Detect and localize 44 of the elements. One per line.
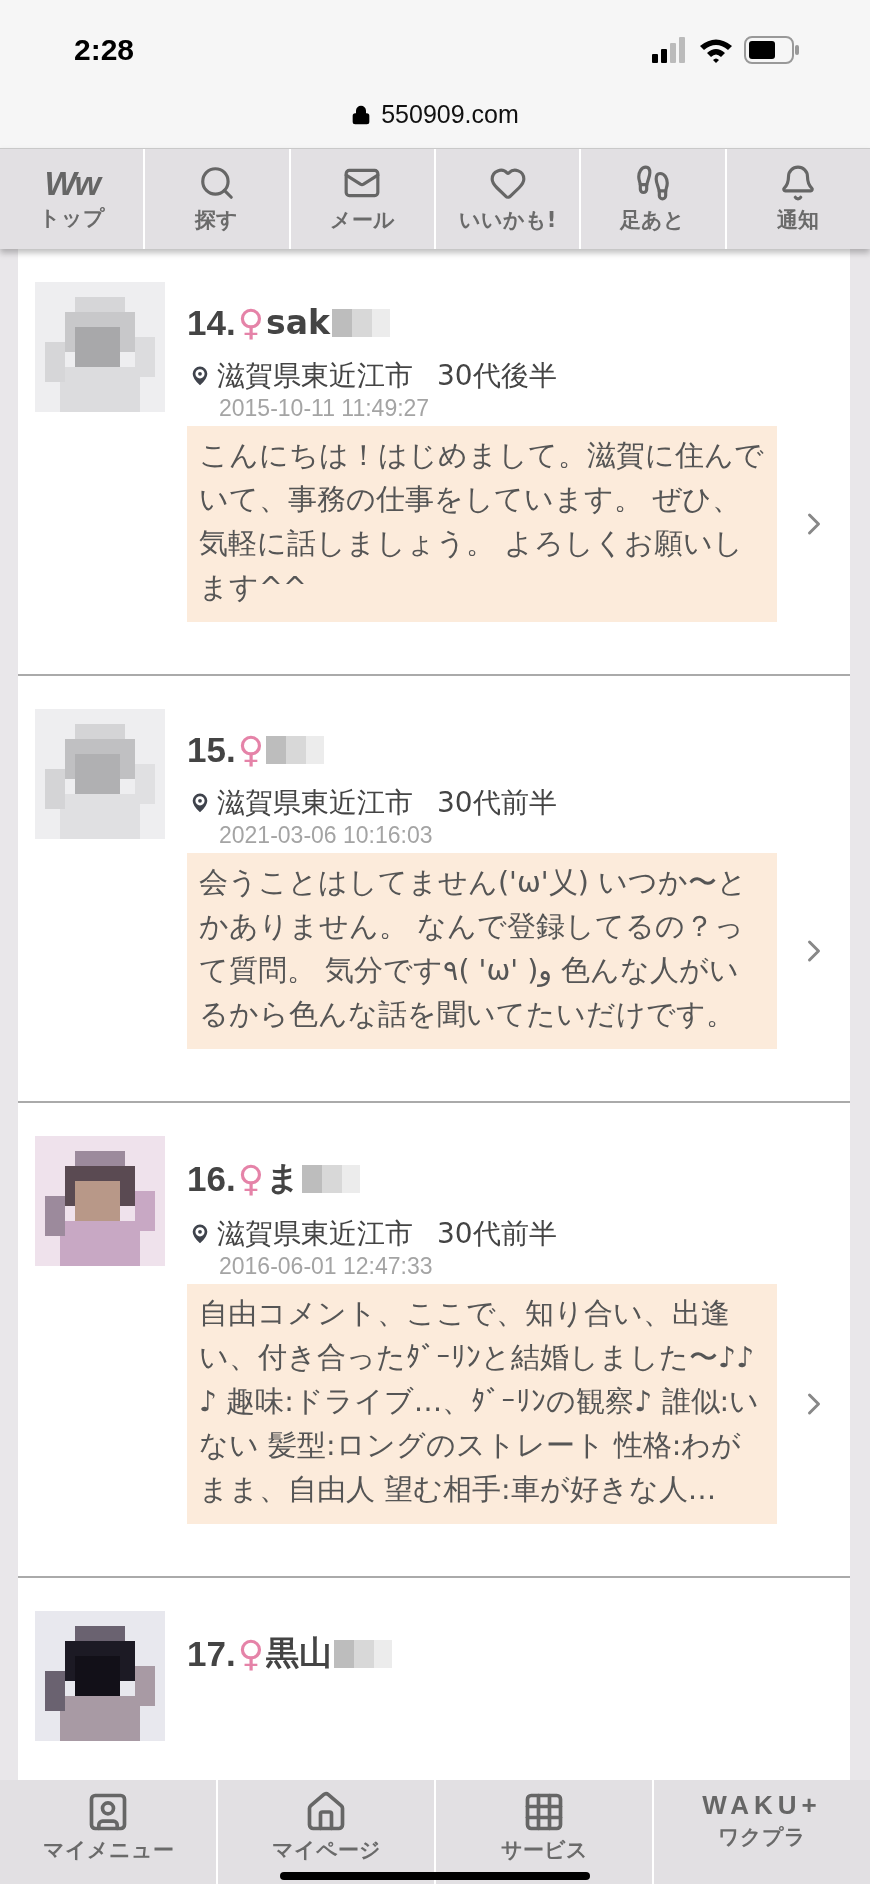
date-text: 2015-10-11 11:49:27 (219, 395, 431, 422)
lock-icon (351, 104, 372, 125)
bottom-nav-tab[interactable]: サービス (436, 1780, 652, 1884)
profile-number: 14. (187, 302, 236, 343)
gender-symbol: ♀ (237, 302, 265, 343)
bottom-nav-tab[interactable]: マイメニュー (0, 1780, 216, 1884)
nav-tab[interactable]: 探す (145, 149, 289, 249)
profile-card[interactable]: 14.♀sak 滋賀県東近江市 30代後半 2015-10-11 11:49:27 こんにちは！はじめまして。滋賀に住んでいて、事務の仕事をしています。 ぜひ、気軽に話しましょう。 よろしくお願いします^^ (18, 249, 850, 676)
profile-comment: 会うことはしてません('ω'乂) いつか〜とかありません。 なんで登録してるの？って質問。 気分です٩( 'ω' )و 色んな人がいるから色んな話を聞いてたいだけです。 (187, 853, 777, 1049)
profile-name: 黒山 (266, 1632, 333, 1674)
status-time: 2:28 (74, 33, 135, 67)
profile-comment: 自由コメント、ここで、知り合い、出逢い、付き合ったﾀﾞｰﾘﾝと結婚しました〜♪♪♪ 趣味:ドライブ…、ﾀﾞｰﾘﾝの観察♪ 誰似:いない 髪型:ロングのストレート 性格:わがまま、自由人 望む相手:車が好きな人… (187, 1284, 777, 1524)
nav-tab[interactable]: Ww トップ (0, 149, 144, 249)
profile-number: 16. (187, 1158, 236, 1199)
battery-icon (744, 36, 800, 64)
signal-icon (652, 37, 688, 63)
profile-number: 17. (187, 1633, 236, 1674)
nav-tab[interactable]: 通知 (726, 149, 870, 249)
logo: WAKU+ (702, 1790, 822, 1821)
gender-symbol: ♀ (237, 1158, 265, 1199)
nav-tab[interactable]: 足あと (581, 149, 725, 249)
gender-symbol: ♀ (237, 1633, 265, 1674)
date-text: 2021-03-06 10:16:03 (219, 822, 434, 849)
gender-symbol: ♀ (237, 729, 265, 770)
profile-card[interactable]: 16.♀ま 滋賀県東近江市 30代前半 2016-06-01 12:47:33 自由コメント、ここで、知り合い、出逢い、付き合ったﾀﾞｰﾘﾝと結婚しました〜♪♪♪ 趣味:ドライブ…、ﾀﾞｰﾘﾝの観察♪ 誰似:いない 髪型:ロングのストレート 性格:わがまま、自由人 望む相手:車が好きな人… (18, 1103, 850, 1578)
profile-number: 15. (187, 729, 236, 770)
profile-comment: こんにちは！はじめまして。滋賀に住んでいて、事務の仕事をしています。 ぜひ、気軽に話しましょう。 よろしくお願いします^^ (187, 426, 777, 622)
search-icon (198, 164, 236, 202)
date-text: 2016-06-01 12:47:33 (219, 1253, 434, 1280)
wifi-icon (698, 37, 734, 63)
location-text: 滋賀県東近江市 (217, 785, 413, 821)
bottom-nav-tab[interactable]: マイページ (218, 1780, 434, 1884)
location-text: 滋賀県東近江市 (217, 358, 413, 394)
footprints-icon (634, 164, 672, 202)
bottom-nav-tab[interactable]: WAKU+ ワクプラ (654, 1780, 870, 1884)
profile-name: sak (266, 303, 330, 342)
age-text: 30代後半 (437, 358, 557, 394)
age-text: 30代前半 (437, 785, 557, 821)
nav-tab[interactable]: いいかも! (436, 149, 580, 249)
nav-tab[interactable]: メール (290, 149, 434, 249)
location-text: 滋賀県東近江市 (217, 1216, 413, 1252)
age-text: 30代前半 (437, 1216, 557, 1252)
profile-name: ま (266, 1157, 301, 1199)
url-text: 550909.com (381, 100, 519, 129)
